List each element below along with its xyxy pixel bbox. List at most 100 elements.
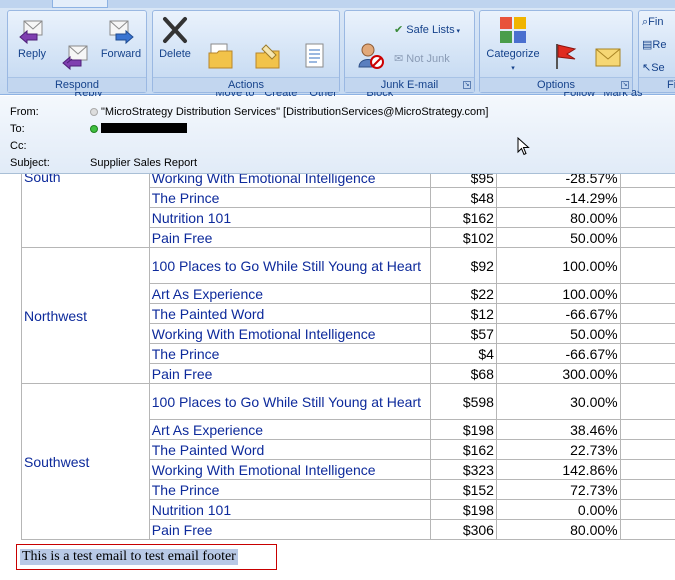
percent-change-cell: 50.00% — [495, 323, 621, 344]
not-junk-label: Not Junk — [406, 53, 450, 65]
count-cell: 9 — [619, 207, 675, 228]
cursor-select-icon: ↖ — [642, 62, 652, 74]
value-cell: $12 — [430, 303, 497, 324]
count-cell: 5 — [619, 174, 675, 188]
region-cell: South — [21, 174, 150, 248]
percent-change-cell: 80.00% — [495, 207, 621, 228]
create-rule-icon — [255, 44, 280, 69]
product-cell: The Prince — [148, 479, 432, 500]
select-button[interactable]: ↖Se — [642, 61, 665, 75]
percent-change-cell: -28.57% — [495, 174, 621, 188]
percent-change-cell: 100.00% — [495, 283, 621, 304]
value-cell: $22 — [430, 283, 497, 304]
chevron-down-icon: ▾ — [511, 65, 515, 72]
percent-change-cell: 38.46% — [495, 419, 621, 440]
value-cell: $152 — [430, 479, 497, 500]
product-cell: Working With Emotional Intelligence — [148, 323, 432, 344]
product-cell: The Painted Word — [148, 303, 432, 324]
tab-message[interactable] — [52, 0, 108, 8]
percent-change-cell: -14.29% — [495, 187, 621, 208]
percent-change-cell: 50.00% — [495, 227, 621, 248]
product-cell: Nutrition 101 — [148, 499, 432, 520]
value-cell: $306 — [430, 519, 497, 540]
count-cell: 18 — [619, 419, 675, 440]
mouse-cursor-icon — [517, 137, 530, 156]
count-cell: 27 — [619, 439, 675, 460]
percent-change-cell: 300.00% — [495, 363, 621, 384]
product-cell: The Painted Word — [148, 439, 432, 460]
report-table: South Working With Emotional Intelligence… — [21, 174, 675, 540]
value-cell: $48 — [430, 187, 497, 208]
options-group-label: Options — [480, 77, 632, 92]
categorize-label: Categorize — [486, 48, 540, 60]
message-header: From: "MicroStrategy Distribution Servic… — [0, 96, 675, 174]
value-cell: $95 — [430, 174, 497, 188]
count-cell: 2 — [619, 283, 675, 304]
from-value: "MicroStrategy Distribution Services" [D… — [101, 106, 489, 118]
count-cell: 12 — [619, 187, 675, 208]
redacted-recipient — [101, 123, 187, 133]
ribbon: Reply Reply to All Forward Respond Delet… — [0, 0, 675, 112]
reply-button[interactable]: Reply — [11, 15, 53, 61]
reply-all-icon — [62, 45, 88, 71]
categorize-icon — [500, 17, 526, 43]
footer-highlight-box: This is a test email to test email foote… — [16, 544, 277, 570]
from-field[interactable]: "MicroStrategy Distribution Services" [D… — [90, 106, 488, 118]
count-cell: 13 — [619, 383, 675, 420]
reply-icon — [19, 20, 43, 45]
group-find: ⌕Fin ▤Re ↖Se Fi — [638, 10, 675, 93]
value-cell: $102 — [430, 227, 497, 248]
value-cell: $4 — [430, 343, 497, 364]
product-cell: Working With Emotional Intelligence — [148, 174, 432, 188]
table-row: South Working With Emotional Intelligence… — [21, 174, 675, 248]
delete-button[interactable]: Delete — [156, 15, 194, 61]
safe-lists-label: Safe Lists — [406, 24, 455, 36]
product-cell: 100 Places to Go While Still Young at He… — [148, 247, 432, 284]
value-cell: $92 — [430, 247, 497, 284]
value-cell: $57 — [430, 323, 497, 344]
to-field[interactable] — [90, 123, 187, 135]
product-cell: Working With Emotional Intelligence — [148, 459, 432, 480]
value-cell: $162 — [430, 439, 497, 460]
percent-change-cell: 30.00% — [495, 383, 621, 420]
cc-label: Cc: — [10, 140, 27, 152]
safe-lists-button[interactable]: ✔ Safe Lists ▾ — [394, 23, 460, 39]
from-label: From: — [10, 106, 39, 118]
count-cell: 4 — [619, 363, 675, 384]
related-button[interactable]: ▤Re — [642, 38, 666, 52]
forward-button[interactable]: Forward — [98, 15, 144, 61]
product-cell: Pain Free — [148, 227, 432, 248]
related-label: Re — [652, 39, 667, 51]
to-label: To: — [10, 123, 25, 135]
envelope-icon — [595, 48, 621, 67]
delete-label: Delete — [159, 48, 191, 60]
select-label: Se — [651, 62, 665, 74]
related-icon: ▤ — [642, 39, 653, 51]
not-junk-icon: ✉ — [394, 53, 404, 65]
percent-change-cell: 142.86% — [495, 459, 621, 480]
percent-change-cell: -66.67% — [495, 343, 621, 364]
product-cell: Nutrition 101 — [148, 207, 432, 228]
flag-icon — [556, 44, 577, 69]
count-cell: 2 — [619, 303, 675, 324]
not-junk-button[interactable]: ✉ Not Junk — [394, 52, 450, 66]
product-cell: Art As Experience — [148, 419, 432, 440]
region-cell: Northwest — [21, 247, 150, 384]
forward-label: Forward — [100, 48, 142, 60]
forward-icon — [109, 20, 134, 45]
count-cell: 2 — [619, 247, 675, 284]
value-cell: $198 — [430, 499, 497, 520]
count-cell: 11 — [619, 499, 675, 520]
percent-change-cell: -66.67% — [495, 303, 621, 324]
options-dialog-launcher-icon[interactable]: ↘ — [621, 81, 629, 89]
junk-email-dialog-launcher-icon[interactable]: ↘ — [463, 81, 471, 89]
actions-group-label: Actions — [153, 77, 339, 92]
footer-text: This is a test email to test email foote… — [20, 549, 238, 565]
value-cell: $198 — [430, 419, 497, 440]
find-button[interactable]: ⌕Fin — [642, 15, 663, 29]
product-cell: Art As Experience — [148, 283, 432, 304]
categorize-button[interactable]: Categorize ▾ — [483, 15, 543, 75]
subject-value: Supplier Sales Report — [90, 157, 198, 169]
chevron-down-icon: ▾ — [454, 28, 461, 35]
reply-label: Reply — [17, 48, 47, 60]
